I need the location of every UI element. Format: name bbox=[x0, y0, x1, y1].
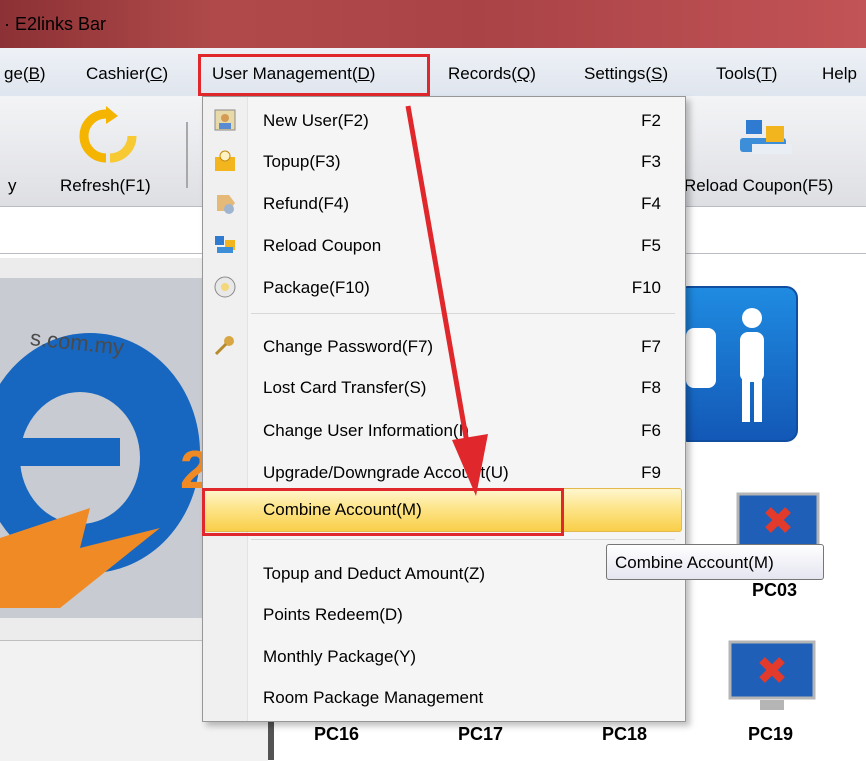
package-icon bbox=[213, 275, 237, 299]
pc03-label: PC03 bbox=[752, 580, 798, 600]
combine-account-highlight-box bbox=[202, 488, 564, 536]
menu-settings[interactable]: Settings(S) bbox=[584, 64, 668, 84]
pc19-label: PC19 bbox=[748, 724, 794, 744]
window-title: · E2links Bar bbox=[4, 14, 107, 34]
topup-icon bbox=[213, 149, 237, 173]
key-icon bbox=[213, 334, 237, 358]
tooltip-text: Combine Account(M) bbox=[615, 553, 774, 572]
menu-tools[interactable]: Tools(T) bbox=[716, 64, 777, 84]
reload-coupon-icon bbox=[213, 233, 237, 257]
pc03-monitor-icon[interactable] bbox=[736, 492, 820, 558]
menu-item-room-package-management[interactable]: Room Package Management bbox=[203, 677, 685, 719]
pc16-label: PC16 bbox=[314, 724, 360, 744]
refresh-button[interactable]: Refresh(F1) bbox=[60, 176, 151, 196]
menu-package[interactable]: ge(B) bbox=[4, 64, 46, 84]
menu-cashier[interactable]: Cashier(C) bbox=[86, 64, 168, 84]
menu-records[interactable]: Records(Q) bbox=[448, 64, 536, 84]
tooltip: Combine Account(M) bbox=[606, 544, 824, 580]
menu-item-monthly-package[interactable]: Monthly Package(Y) bbox=[203, 636, 685, 678]
menu-bar: ge(B) Cashier(C) User Management(D) Reco… bbox=[0, 48, 866, 97]
menu-help[interactable]: Help bbox=[822, 64, 857, 84]
menu-separator bbox=[251, 539, 675, 540]
reload-coupon-toolbar-icon[interactable] bbox=[736, 112, 800, 162]
pc18-label: PC18 bbox=[602, 724, 648, 744]
title-bar: · E2links Bar bbox=[0, 0, 866, 48]
restroom-sign-icon bbox=[676, 286, 798, 442]
annotation-arrow-icon bbox=[405, 105, 488, 496]
user-management-highlight-box bbox=[198, 54, 430, 96]
pc19-monitor-icon[interactable] bbox=[728, 640, 816, 712]
toolbar-left-fragment[interactable]: y bbox=[8, 176, 17, 196]
pc17-label: PC17 bbox=[458, 724, 504, 744]
reload-coupon-button[interactable]: Reload Coupon(F5) bbox=[684, 176, 833, 196]
toolbar-divider bbox=[186, 122, 188, 188]
refresh-icon[interactable] bbox=[76, 104, 140, 168]
new-user-icon bbox=[213, 108, 237, 132]
menu-item-points-redeem[interactable]: Points Redeem(D) bbox=[203, 594, 685, 636]
refund-icon bbox=[213, 191, 237, 215]
